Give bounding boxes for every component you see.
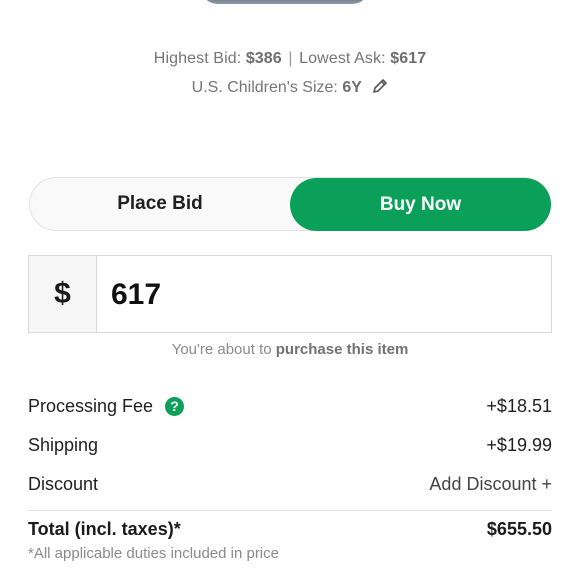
price-input[interactable]: $ 617 [28, 255, 552, 333]
product-image [200, 0, 370, 8]
place-bid-tab[interactable]: Place Bid [30, 178, 290, 230]
discount-label: Discount [28, 474, 99, 494]
processing-fee-label: Processing Fee [28, 396, 154, 416]
purchase-note-prefix: You're about to [171, 341, 272, 358]
purchase-note: You're about to purchase this item [0, 341, 580, 358]
size-value: 6Y [342, 79, 362, 96]
highest-bid-label: Highest Bid: [153, 50, 242, 67]
lowest-ask-value: $617 [390, 50, 427, 67]
duties-note: *All applicable duties included in price [28, 545, 279, 562]
processing-fee-value: +$18.51 [486, 396, 552, 416]
total-value: $655.50 [486, 519, 552, 539]
shipping-label: Shipping [28, 435, 99, 455]
highest-bid-value: $386 [245, 50, 282, 67]
price-value[interactable]: 617 [111, 256, 161, 332]
processing-fee-row: Processing Fee? +$18.51 [28, 396, 552, 420]
size-label: U.S. Children's Size: [191, 79, 338, 96]
currency-symbol: $ [29, 256, 97, 332]
divider [28, 510, 552, 511]
shipping-value: +$19.99 [486, 435, 552, 455]
size-selector[interactable]: U.S. Children's Size: 6Y [0, 78, 580, 99]
lowest-ask-label: Lowest Ask: [299, 50, 386, 67]
shipping-row: Shipping +$19.99 [28, 435, 552, 459]
purchase-note-emphasis: purchase this item [275, 341, 409, 358]
discount-row: Discount Add Discount + [28, 474, 552, 498]
total-row: Total (incl. taxes)* $655.50 [28, 519, 552, 543]
bid-buy-toggle: Place Bid Buy Now [29, 177, 551, 231]
market-summary: Highest Bid: $386 | Lowest Ask: $617 [0, 50, 580, 68]
help-icon[interactable]: ? [165, 397, 185, 416]
processing-fee-label-wrap: Processing Fee? [28, 396, 185, 417]
buy-now-tab[interactable]: Buy Now [290, 178, 551, 231]
pencil-icon[interactable] [372, 78, 388, 99]
separator: | [288, 50, 293, 67]
add-discount-button[interactable]: Add Discount + [429, 474, 552, 495]
total-label: Total (incl. taxes)* [28, 519, 181, 539]
sneaker-image-icon [200, 0, 370, 4]
